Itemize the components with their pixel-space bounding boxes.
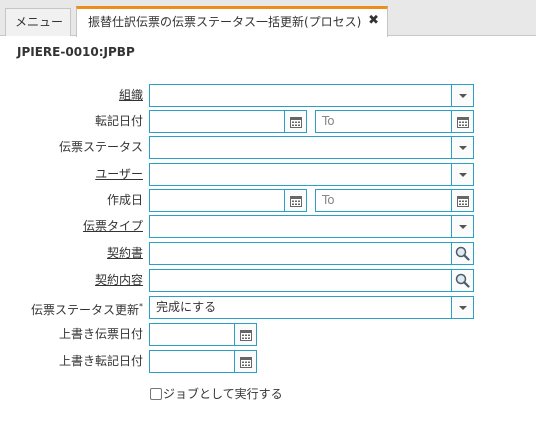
label-doc-type[interactable]: 伝票タイプ [83,215,143,237]
tab-process-label: 振替仕訳伝票の伝票ステータス一括更新(プロセス) [88,15,362,29]
label-user[interactable]: ユーザー [95,163,143,185]
contract-content-search-button[interactable] [451,269,474,292]
label-account-date: 転記日付 [94,114,143,128]
account-date-from[interactable] [149,110,307,133]
label-contract-content[interactable]: 契約内容 [95,269,143,291]
tab-bar: メニュー 振替仕訳伝票の伝票ステータス一括更新(プロセス) ✖ [0,0,536,37]
chevron-down-icon [458,172,467,177]
overwrite-account-date-field[interactable] [149,350,257,373]
magnifier-icon [455,246,470,261]
created-from-calendar-button[interactable] [284,189,307,212]
label-overwrite-account-date: 上書き転記日付 [58,354,143,368]
doc-status-dropdown-button[interactable] [451,136,474,159]
tab-menu[interactable]: メニュー [5,8,71,36]
chevron-down-icon [458,93,467,98]
process-id: JPIERE-0010:JPBP [17,45,135,59]
tab-process[interactable]: 振替仕訳伝票の伝票ステータス一括更新(プロセス) ✖ [76,6,388,37]
doc-type-select[interactable] [149,215,474,238]
calendar-icon [456,195,469,207]
required-mark: * [139,302,143,311]
close-icon[interactable]: ✖ [368,14,379,28]
chevron-down-icon [458,145,467,150]
doc-status-update-value: 完成にする [156,300,217,314]
account-date-from-calendar-button[interactable] [284,110,307,133]
label-doc-status: 伝票ステータス [58,140,143,154]
doc-status-update-select[interactable]: 完成にする [149,296,474,319]
user-select[interactable] [149,163,474,186]
run-as-job-label: ジョブとして実行する [163,387,283,401]
account-date-to[interactable]: To [315,110,474,133]
contract-content-search-field[interactable] [149,269,474,292]
calendar-icon [456,116,469,128]
overwrite-doc-date-calendar-button[interactable] [234,323,257,346]
label-org[interactable]: 組織 [119,84,143,106]
created-to-placeholder: To [322,193,335,207]
chevron-down-icon [458,305,467,310]
contract-search-field[interactable] [149,242,474,265]
org-select[interactable] [149,84,474,107]
label-contract[interactable]: 契約書 [107,242,143,264]
label-overwrite-doc-date: 上書き伝票日付 [58,327,143,341]
calendar-icon [289,195,302,207]
label-created: 作成日 [106,193,143,207]
doc-status-select[interactable] [149,136,474,159]
calendar-icon [239,356,252,368]
created-from[interactable] [149,189,307,212]
account-date-to-placeholder: To [322,114,335,128]
calendar-icon [289,116,302,128]
label-doc-status-update: 伝票ステータス更新* [31,296,143,318]
org-dropdown-button[interactable] [451,84,474,107]
doc-type-dropdown-button[interactable] [451,215,474,238]
user-dropdown-button[interactable] [451,163,474,186]
doc-status-update-dropdown-button[interactable] [451,296,474,319]
label-doc-status-update-text: 伝票ステータス更新 [30,303,139,317]
created-to-calendar-button[interactable] [451,189,474,212]
overwrite-doc-date-field[interactable] [149,323,257,346]
overwrite-account-date-calendar-button[interactable] [234,350,257,373]
calendar-icon [239,329,252,341]
chevron-down-icon [458,224,467,229]
account-date-to-calendar-button[interactable] [451,110,474,133]
run-as-job-checkbox[interactable]: ジョブとして実行する [150,387,283,401]
magnifier-icon [455,273,470,288]
contract-search-button[interactable] [451,242,474,265]
created-to[interactable]: To [315,189,474,212]
checkbox-box[interactable] [150,388,162,400]
